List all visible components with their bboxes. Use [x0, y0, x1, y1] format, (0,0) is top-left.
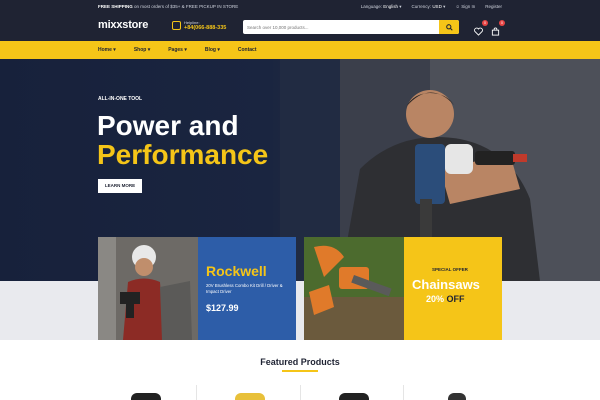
nav-label: Blog [204, 47, 216, 53]
product-card[interactable] [93, 385, 196, 400]
chevron-down-icon: ▾ [184, 47, 187, 53]
sign-in-label: Sign In [461, 4, 476, 9]
product-thumbnail [234, 393, 265, 400]
phone-icon [172, 21, 181, 30]
nav-item-blog[interactable]: Blog ▾ [205, 47, 220, 53]
chevron-down-icon: ▾ [113, 47, 116, 53]
banner-kicker: SPECIAL OFFER [432, 267, 468, 272]
bag-icon [491, 27, 500, 36]
language-selector[interactable]: Language: English ▾ [361, 4, 402, 10]
nav-item-home[interactable]: Home ▾ [98, 47, 116, 53]
currency-value: USD [432, 4, 442, 9]
banner-subtitle: 20V Brushless Combo Kit Drill / Driver &… [206, 283, 283, 294]
helpline-number[interactable]: +84(066-888-335 [184, 25, 226, 31]
nav-label: Contact [237, 47, 257, 53]
promo-strong: FREE SHIPPING [98, 4, 133, 9]
user-icon: ☺ [455, 4, 460, 9]
sign-in-link[interactable]: ☺ Sign In [455, 4, 475, 10]
main-nav: Home ▾ Shop ▾ Pages ▾ Blog ▾ Contact [0, 41, 600, 59]
wishlist-button[interactable]: 0 [474, 20, 488, 36]
product-grid [93, 385, 507, 400]
section-title: Featured Products [260, 357, 340, 367]
banner-title: Rockwell [206, 263, 267, 279]
search-input[interactable] [247, 22, 427, 32]
wishlist-count: 0 [482, 20, 488, 26]
site-logo[interactable]: mixxstore [98, 19, 148, 31]
register-link[interactable]: Register [485, 4, 502, 10]
hero-banner: ALL-IN-ONE TOOL Power and Performance LE… [0, 59, 600, 281]
product-thumbnail [131, 393, 161, 400]
nav-item-contact[interactable]: Contact [238, 47, 257, 53]
page: FREE SHIPPING on most orders of $35+ & F… [0, 0, 600, 400]
helpline: Helpline: +84(066-888-335 [172, 20, 226, 31]
currency-label: Currency: [411, 4, 432, 9]
hero-title-line1: Power and [97, 110, 239, 141]
top-bar: FREE SHIPPING on most orders of $35+ & F… [0, 0, 600, 13]
nav-label: Pages [168, 47, 183, 53]
nav-item-shop[interactable]: Shop ▾ [134, 47, 150, 53]
promo-banner-rockwell[interactable]: Rockwell 20V Brushless Combo Kit Drill /… [98, 237, 296, 340]
hero-title-line2: Performance [97, 139, 269, 170]
chevron-down-icon: ▾ [147, 47, 151, 53]
nav-item-pages[interactable]: Pages ▾ [168, 47, 187, 53]
learn-more-button[interactable]: LEARN MORE [98, 179, 142, 193]
product-thumbnail [448, 393, 467, 400]
language-value: English [383, 4, 399, 9]
heart-icon [474, 27, 483, 36]
banner-title: Chainsaws [412, 277, 480, 292]
shipping-promo: FREE SHIPPING on most orders of $35+ & F… [98, 4, 238, 9]
chevron-down-icon: ▾ [217, 47, 220, 53]
search-bar [243, 20, 459, 34]
search-icon [445, 23, 453, 31]
cart-button[interactable]: 0 [491, 20, 505, 36]
drill-worker-image [98, 237, 198, 340]
discount-word: OFF [444, 294, 465, 304]
banner-discount: 20% OFF [426, 294, 465, 304]
search-button[interactable] [439, 20, 459, 34]
title-underline [282, 370, 318, 372]
discount-value: 20% [426, 294, 445, 304]
cart-count: 0 [499, 20, 505, 26]
product-card[interactable] [299, 385, 404, 400]
chainsaw-image [304, 237, 404, 340]
currency-selector[interactable]: Currency: USD ▾ [412, 4, 446, 10]
language-label: Language: [360, 4, 382, 9]
banner-price: $127.99 [206, 303, 239, 313]
nav-label: Shop [133, 47, 147, 53]
promo-banner-chainsaws[interactable]: SPECIAL OFFER Chainsaws 20% OFF [304, 237, 502, 340]
hero-kicker: ALL-IN-ONE TOOL [98, 96, 143, 102]
product-thumbnail [338, 393, 369, 400]
product-card[interactable] [195, 385, 300, 400]
header: mixxstore Helpline: +84(066-888-335 0 0 [0, 13, 600, 41]
product-card[interactable] [403, 385, 507, 400]
featured-products-section: Featured Products [0, 340, 600, 400]
promo-text: on most orders of $35+ & FREE PICKUP IN … [132, 4, 239, 9]
nav-label: Home [98, 47, 112, 53]
